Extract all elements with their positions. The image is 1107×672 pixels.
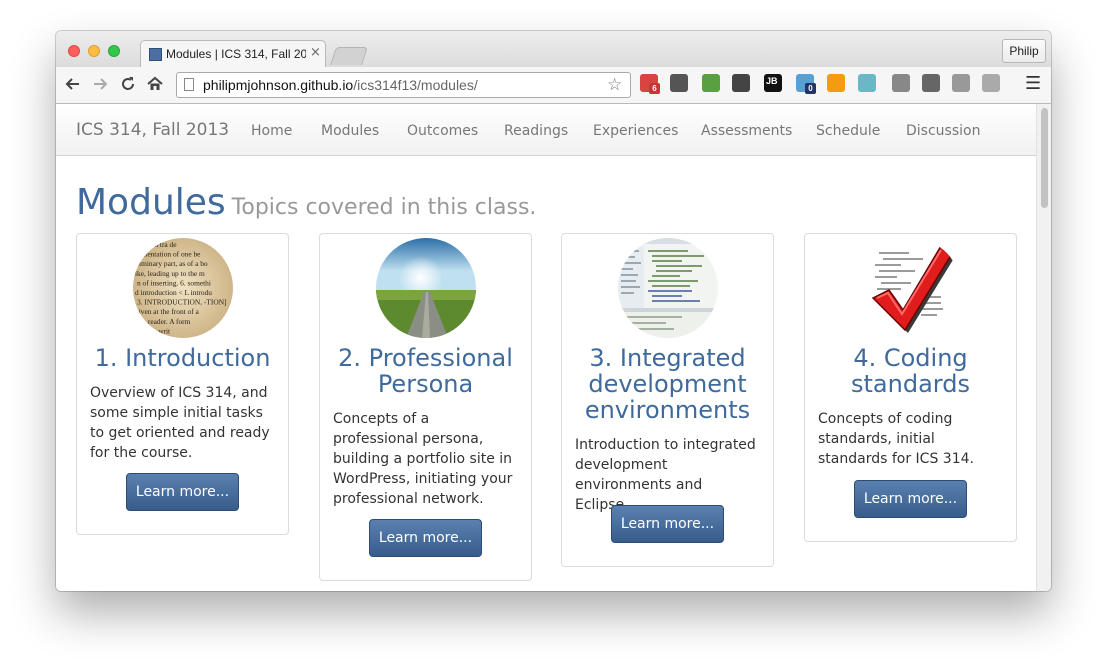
learn-more-button[interactable]: Learn more...: [126, 473, 239, 511]
title-bar: Modules | ICS 314, Fall 2013 × Philip: [56, 31, 1051, 67]
module-title[interactable]: 4. Coding standards: [811, 345, 1010, 397]
page-favicon-icon: [149, 48, 162, 61]
menu-icon[interactable]: ☰: [1025, 73, 1041, 94]
page-icon: [184, 78, 194, 91]
thumbnail-text-line: liminary part, as of a bo: [137, 259, 208, 268]
close-window-button[interactable]: [68, 45, 80, 57]
dictionary-thumbnail: tion (in'tra de presentation of one be lim…: [133, 238, 233, 338]
nav-assessments[interactable]: Assessments: [701, 123, 792, 139]
nav-outcomes[interactable]: Outcomes: [407, 123, 478, 139]
page-subtitle: Topics covered in this class.: [231, 195, 537, 220]
camera-extension-icon[interactable]: [922, 74, 940, 92]
module-description: Concepts of coding standards, initial st…: [818, 411, 974, 467]
page-title: Modules: [76, 182, 226, 223]
zoom-window-button[interactable]: [108, 45, 120, 57]
reload-icon[interactable]: [120, 76, 136, 96]
thumbnail-text-line: given at the front of a: [135, 307, 200, 316]
module-description: Concepts of a professional persona, buil…: [333, 411, 513, 507]
module-description: Overview of ICS 314, and some simple ini…: [90, 385, 270, 461]
checkmark-thumbnail: [861, 238, 961, 338]
url-path: /ics314f13/modules/: [353, 77, 478, 93]
site-navbar: ICS 314, Fall 2013 Home Modules Outcomes…: [56, 104, 1036, 156]
misc-extension-icon[interactable]: [982, 74, 1000, 92]
drive-extension-icon[interactable]: [952, 74, 970, 92]
page-scrollbar[interactable]: [1036, 104, 1051, 591]
thumbnail-text-line: n of inserting. 6. somethi: [137, 278, 211, 287]
url-text: philipmjohnson.github.io/ics314f13/modul…: [203, 77, 478, 93]
evernote-extension-icon[interactable]: [702, 74, 720, 92]
page-viewport: ICS 314, Fall 2013 Home Modules Outcomes…: [56, 104, 1051, 591]
module-card-professional-persona: 2. Professional Persona Concepts of a pr…: [319, 233, 532, 581]
module-title[interactable]: 1. Introduction: [83, 345, 282, 371]
road-thumbnail: [376, 238, 476, 338]
learn-more-button[interactable]: Learn more...: [369, 519, 482, 557]
scrollbar-thumb[interactable]: [1041, 108, 1048, 208]
tab-close-icon[interactable]: ×: [310, 45, 321, 60]
browser-toolbar: philipmjohnson.github.io/ics314f13/modul…: [56, 67, 1051, 104]
module-description: Introduction to integrated development e…: [575, 437, 756, 513]
browser-tab[interactable]: Modules | ICS 314, Fall 2013 ×: [140, 40, 326, 67]
minimize-window-button[interactable]: [88, 45, 100, 57]
nav-experiences[interactable]: Experiences: [593, 123, 678, 139]
jetbrains-extension-icon[interactable]: JB: [764, 74, 782, 92]
nav-discussion[interactable]: Discussion: [906, 123, 980, 139]
browser-window: Modules | ICS 314, Fall 2013 × Philip ph…: [56, 31, 1051, 591]
module-card-introduction: tion (in'tra de presentation of one be lim…: [76, 233, 289, 535]
module-card-coding-standards: 4. Coding standards Concepts of coding s…: [804, 233, 1017, 542]
home-icon[interactable]: [147, 76, 163, 96]
thumbnail-text-line: tion (in'tra de: [137, 240, 177, 249]
page-heading: Modules Topics covered in this class.: [76, 182, 536, 223]
screenshot-extension-icon[interactable]: [858, 74, 876, 92]
learn-more-button[interactable]: Learn more...: [611, 505, 724, 543]
eclipse-screenshot-thumbnail: [618, 238, 718, 338]
nav-home[interactable]: Home: [251, 123, 292, 139]
profile-button[interactable]: Philip: [1002, 39, 1046, 63]
new-tab-button[interactable]: [330, 47, 368, 65]
analytics-extension-icon[interactable]: [827, 74, 845, 92]
ghostery-extension-icon[interactable]: 0: [796, 74, 816, 94]
sync-extension-icon[interactable]: [670, 74, 688, 92]
bookmark-star-icon[interactable]: ☆: [607, 75, 622, 95]
nav-readings[interactable]: Readings: [504, 123, 568, 139]
thumbnail-text-line: ike, leading up to the m: [135, 269, 205, 278]
thumbnail-text-line: presentation of one be: [135, 250, 201, 259]
info-extension-icon[interactable]: [732, 74, 750, 92]
lastpass-extension-icon[interactable]: 6: [640, 74, 660, 94]
nav-schedule[interactable]: Schedule: [816, 123, 880, 139]
extension-badge: 6: [649, 83, 660, 94]
extension-badge: 0: [805, 83, 816, 94]
extension-label: JB: [766, 76, 778, 86]
url-host: philipmjohnson.github.io: [203, 77, 354, 93]
copy-extension-icon[interactable]: [892, 74, 910, 92]
module-title[interactable]: 3. Integrated development environments: [568, 345, 767, 423]
back-arrow-icon[interactable]: [65, 76, 81, 96]
thumbnail-text-line: d introduction < L introdu: [135, 288, 212, 297]
learn-more-button[interactable]: Learn more...: [854, 480, 967, 518]
thumbnail-text-line: 3. INTRODUCTION, -TION]: [137, 298, 227, 307]
thumbnail-text-line: usually writ: [135, 326, 171, 335]
forward-arrow-icon[interactable]: [92, 76, 108, 96]
thumbnail-text-line: the reader. A form: [137, 317, 191, 326]
module-card-ide: 3. Integrated development environments I…: [561, 233, 774, 567]
site-brand[interactable]: ICS 314, Fall 2013: [76, 120, 229, 140]
nav-modules[interactable]: Modules: [321, 123, 379, 139]
address-bar[interactable]: philipmjohnson.github.io/ics314f13/modul…: [176, 72, 631, 98]
module-title[interactable]: 2. Professional Persona: [326, 345, 525, 397]
tab-title: Modules | ICS 314, Fall 2013: [166, 47, 306, 61]
